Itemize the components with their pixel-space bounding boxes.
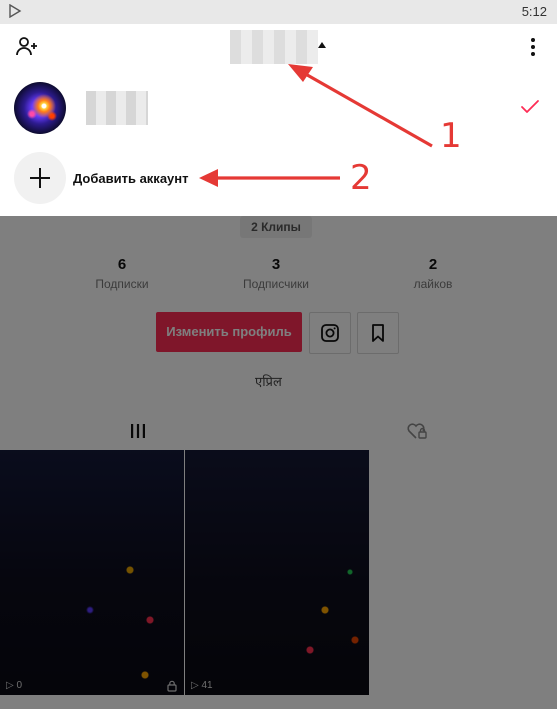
annotation-number-1: 1 [440,116,462,156]
annotation-number-2: 2 [350,158,372,198]
annotation-arrowhead-2 [199,169,218,187]
annotation-arrow-1 [301,70,433,148]
annotation-layer [199,64,433,187]
annotation-arrowhead-1 [288,64,313,82]
